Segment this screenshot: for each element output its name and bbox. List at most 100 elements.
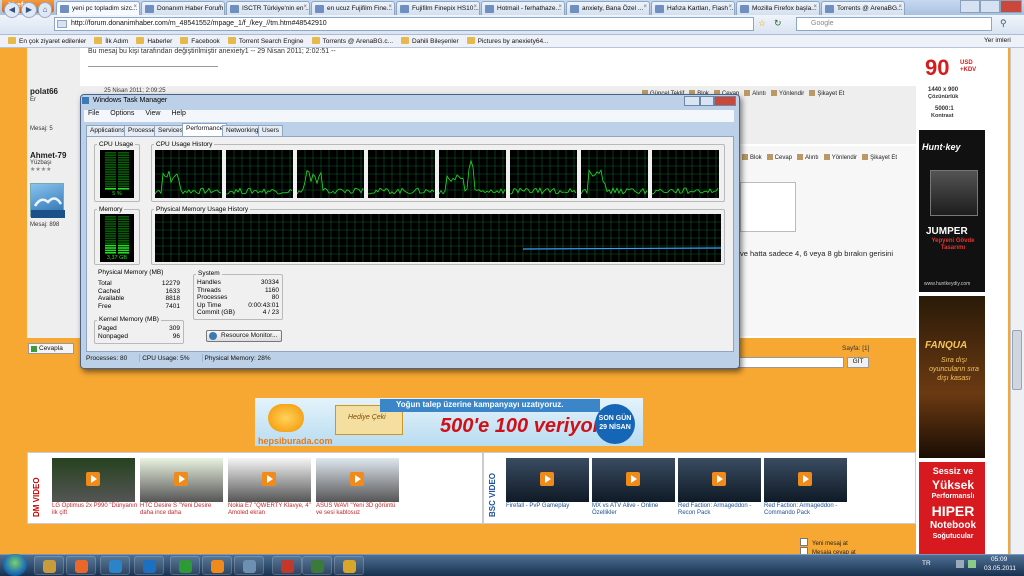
- bookmark-item[interactable]: Torrent Search Engine: [227, 35, 304, 45]
- video-caption[interactable]: Red Faction: Armageddon - Recon Pack: [678, 503, 764, 517]
- video-thumbnail[interactable]: [228, 458, 311, 502]
- menu-item[interactable]: View: [145, 110, 160, 117]
- taskbar-app-button[interactable]: [334, 556, 364, 575]
- close-tab-icon[interactable]: ×: [133, 4, 137, 10]
- maximize-button[interactable]: [700, 96, 714, 106]
- tab-users[interactable]: Users: [258, 125, 283, 136]
- browser-tab[interactable]: Mozilla Firefox başla... ×: [736, 1, 820, 15]
- minimize-button[interactable]: [960, 0, 980, 13]
- tab-networking[interactable]: Networking: [222, 125, 263, 136]
- video-caption[interactable]: LG Optimus 2x P990 "Dünyanın ilk çift: [52, 503, 138, 517]
- play-icon[interactable]: [174, 472, 188, 486]
- menu-item[interactable]: Options: [110, 110, 134, 117]
- minimize-button[interactable]: [684, 96, 700, 106]
- close-button[interactable]: [1000, 0, 1022, 13]
- video-thumbnail[interactable]: [140, 458, 223, 502]
- browser-tab[interactable]: Hafıza Kartları, Flash ... ×: [651, 1, 735, 15]
- browser-tab[interactable]: yeni pc topladim sizc... ×: [56, 1, 140, 15]
- browser-tab[interactable]: ISCTR Türkiye'nin en ... ×: [226, 1, 310, 15]
- post-author-link[interactable]: Ahmet-79: [30, 151, 66, 160]
- go-button[interactable]: GİT: [847, 357, 869, 368]
- bookmarks-menu[interactable]: Yer imleri: [984, 37, 1011, 44]
- video-thumbnail[interactable]: [506, 458, 589, 502]
- bookmark-star-icon[interactable]: ☆: [758, 18, 772, 31]
- play-icon[interactable]: [262, 472, 276, 486]
- clock-date[interactable]: 03.05.2011: [984, 565, 1016, 572]
- post-action-link[interactable]: Yönlendir: [771, 91, 804, 97]
- play-icon[interactable]: [86, 472, 100, 486]
- play-icon[interactable]: [626, 472, 640, 486]
- browser-tab[interactable]: Hotmail - ferhathaze... ×: [481, 1, 565, 15]
- back-icon[interactable]: ◀: [4, 2, 20, 18]
- browser-tab[interactable]: Fujifilm Finepix HS10... ×: [396, 1, 480, 15]
- post-author-link[interactable]: polat66: [30, 87, 58, 96]
- bookmark-item[interactable]: En çok ziyaret edilenler: [8, 35, 86, 45]
- post-action-link[interactable]: Alıntı: [797, 155, 819, 161]
- bookmark-item[interactable]: Haberler: [136, 35, 172, 45]
- play-icon[interactable]: [712, 472, 726, 486]
- clock-time[interactable]: 05:09: [991, 556, 1007, 563]
- video-thumbnail[interactable]: [52, 458, 135, 502]
- menu-item[interactable]: File: [88, 110, 99, 117]
- close-button[interactable]: [714, 96, 736, 106]
- language-indicator[interactable]: TR: [922, 560, 931, 567]
- video-thumbnail[interactable]: [592, 458, 675, 502]
- close-tab-icon[interactable]: ×: [643, 4, 647, 10]
- taskbar-app-button[interactable]: [202, 556, 232, 575]
- taskbar-app-button[interactable]: [170, 556, 200, 575]
- close-tab-icon[interactable]: ×: [558, 4, 562, 10]
- play-icon[interactable]: [540, 472, 554, 486]
- new-message-checkbox[interactable]: Yeni mesaj at: [800, 538, 848, 547]
- reload-icon[interactable]: ↻: [774, 18, 788, 31]
- video-thumbnail[interactable]: [678, 458, 761, 502]
- video-caption[interactable]: Red Faction: Armageddon - Commando Pack: [764, 503, 850, 517]
- browser-tab[interactable]: anxiety, Bana Özel ... ×: [566, 1, 650, 15]
- play-icon[interactable]: [350, 472, 364, 486]
- video-caption[interactable]: HTC Desire S "Yeni Desire daha ince daha: [140, 503, 226, 517]
- post-action-link[interactable]: Cevap: [767, 155, 792, 161]
- forum-jump-select[interactable]: [736, 357, 844, 368]
- browser-tab[interactable]: Donanım Haber Forum ×: [141, 1, 225, 15]
- search-icon[interactable]: ⚲: [1000, 18, 1007, 29]
- close-tab-icon[interactable]: ×: [388, 4, 392, 10]
- network-icon[interactable]: [968, 560, 976, 568]
- taskbar-app-button[interactable]: [34, 556, 64, 575]
- bookmark-item[interactable]: İlk Adım: [94, 35, 128, 45]
- post-action-link[interactable]: Alıntı: [744, 91, 766, 97]
- bookmark-item[interactable]: Pictures by anexiety64...: [466, 35, 548, 45]
- tab-applications[interactable]: Applications: [86, 125, 130, 136]
- browser-tab[interactable]: Torrents @ ArenaBG... ×: [821, 1, 905, 15]
- close-tab-icon[interactable]: ×: [303, 4, 307, 10]
- close-tab-icon[interactable]: ×: [813, 4, 817, 10]
- bookmark-item[interactable]: Torrents @ ArenaBG.c...: [311, 35, 393, 45]
- bookmark-item[interactable]: Facebook: [180, 35, 220, 45]
- maximize-button[interactable]: [980, 0, 1000, 13]
- search-input[interactable]: Google: [796, 17, 992, 31]
- tab-performance[interactable]: Performance: [182, 123, 228, 136]
- menu-item[interactable]: Help: [171, 110, 185, 117]
- close-tab-icon[interactable]: ×: [218, 4, 222, 10]
- browser-tab[interactable]: en ucuz Fujifilm Fine... ×: [311, 1, 395, 15]
- close-tab-icon[interactable]: ×: [473, 4, 477, 10]
- forward-icon[interactable]: ▶: [21, 2, 37, 18]
- close-tab-icon[interactable]: ×: [728, 4, 732, 10]
- taskbar-app-button[interactable]: [66, 556, 96, 575]
- video-thumbnail[interactable]: [764, 458, 847, 502]
- taskbar-app-button[interactable]: [302, 556, 332, 575]
- scrollbar-thumb[interactable]: [1012, 330, 1022, 390]
- taskbar-app-button[interactable]: [100, 556, 130, 575]
- speaker-icon[interactable]: [956, 560, 964, 568]
- video-caption[interactable]: Nokia E7 "QWERTY Klavye, 4" Amoled ekran: [228, 503, 314, 517]
- close-tab-icon[interactable]: ×: [898, 4, 902, 10]
- bookmark-item[interactable]: Dahili Bileşenler: [401, 35, 459, 45]
- post-action-link[interactable]: Blok: [742, 155, 762, 161]
- start-button[interactable]: [3, 554, 27, 576]
- post-action-link[interactable]: Şikayet Et: [809, 91, 844, 97]
- post-action-link[interactable]: Yönlendir: [824, 155, 857, 161]
- video-caption[interactable]: Firefall - PvP Gameplay: [506, 503, 592, 510]
- video-caption[interactable]: ASUS WAVI "Yeni 3D görüntü ve sesi kablo…: [316, 503, 402, 517]
- post-action-link[interactable]: Şikayet Et: [862, 155, 897, 161]
- play-icon[interactable]: [798, 472, 812, 486]
- taskbar-app-button[interactable]: [272, 556, 302, 575]
- home-icon[interactable]: ⌂: [38, 2, 52, 18]
